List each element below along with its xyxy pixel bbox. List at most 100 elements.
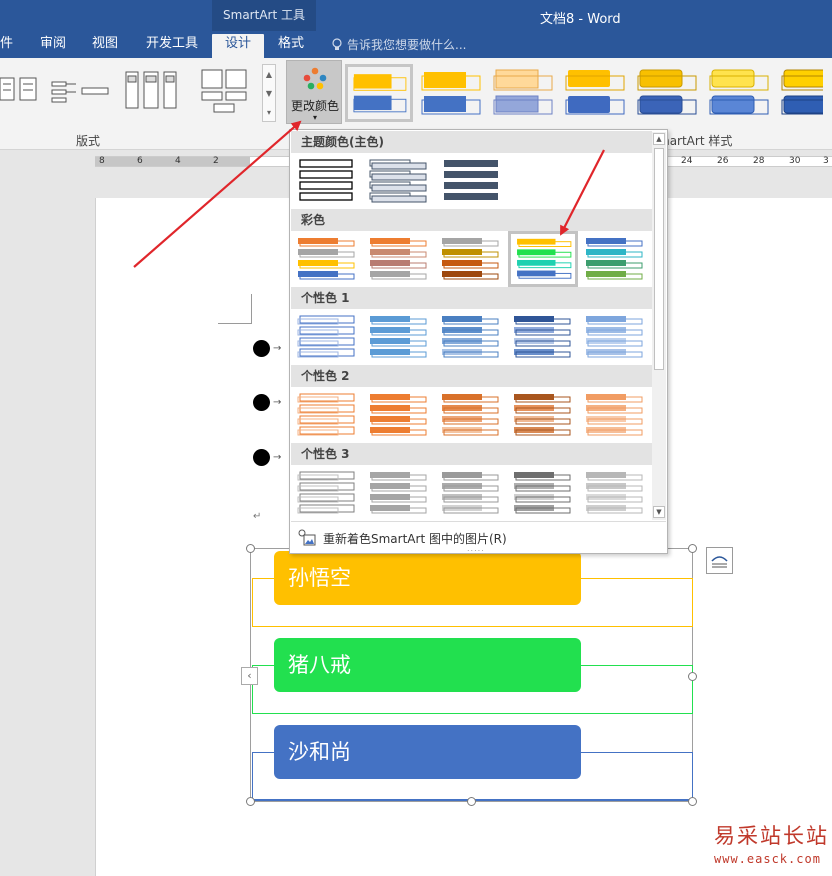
color-swatch-accent3-4[interactable] <box>512 468 574 518</box>
scroll-down-icon[interactable]: ▼ <box>653 506 665 518</box>
tell-me-text: 告诉我您想要做什么... <box>347 38 467 52</box>
change-colors-dropdown: 主题颜色(主色) 彩色 个性色 1 个性色 2 个性色 3 ▲ ▼ 重新着色Sm… <box>289 129 668 554</box>
layout-thumbnail-1[interactable] <box>0 66 42 106</box>
color-swatch-accent1-5[interactable] <box>584 312 646 362</box>
scroll-up-icon[interactable]: ▲ <box>653 133 665 145</box>
resize-handle[interactable] <box>688 544 697 553</box>
color-swatch-accent2-3[interactable] <box>440 390 502 440</box>
smartart-item-1[interactable]: 孙悟空 <box>274 551 581 605</box>
color-swatch-accent2-4[interactable] <box>512 390 574 440</box>
watermark-url: www.easck.com <box>714 852 821 866</box>
recolor-pictures-item[interactable]: 重新着色SmartArt 图中的图片(R) ..... <box>291 521 666 553</box>
color-swatch-accent3-1[interactable] <box>296 468 358 518</box>
styles-group-label: martArt 样式 <box>658 134 733 148</box>
layout-thumbnail-2[interactable] <box>50 66 112 106</box>
section-header-colorful: 彩色 <box>291 209 652 231</box>
ruler-tick: 24 <box>681 156 693 166</box>
tab-developer[interactable]: 开发工具 <box>142 34 202 58</box>
color-swatch-accent1-4[interactable] <box>512 312 574 362</box>
styles-gallery-scroll[interactable] <box>823 64 832 122</box>
scroll-up-icon[interactable]: ▲ <box>263 65 275 84</box>
lightbulb-icon <box>332 37 342 50</box>
text-pane-toggle-icon[interactable]: ‹ <box>241 667 258 685</box>
smartart-item-2[interactable]: 猪八戒 <box>274 638 581 692</box>
chevron-down-icon: ▾ <box>312 113 317 122</box>
watermark: 易采站长站 www.easck.com <box>714 820 832 876</box>
resize-handle[interactable] <box>246 797 255 806</box>
layouts-group-label: 版式 <box>76 134 101 148</box>
bullet-point <box>253 394 270 411</box>
tab-review[interactable]: 审阅 <box>36 34 70 58</box>
section-header-primary-theme: 主题颜色(主色) <box>291 131 652 153</box>
color-swatch-colorful-5[interactable] <box>584 234 646 284</box>
color-swatch-accent3-2[interactable] <box>368 468 430 518</box>
tab-file[interactable]: 件 <box>0 34 17 58</box>
color-swatch-colorful-3[interactable] <box>440 234 502 284</box>
color-swatch-accent2-2[interactable] <box>368 390 430 440</box>
layout-options-icon <box>711 556 728 568</box>
color-swatch-accent1-3[interactable] <box>440 312 502 362</box>
change-colors-button[interactable]: 更改颜色 ▾ <box>286 60 342 124</box>
scrollbar-thumb[interactable] <box>654 148 664 370</box>
ruler-tick: 2 <box>213 156 219 166</box>
style-thumbnail-6[interactable] <box>704 64 772 122</box>
ruler-tick: 28 <box>753 156 765 166</box>
color-swatch-colorful-4[interactable] <box>508 231 578 287</box>
ruler-tick: 8 <box>99 156 105 166</box>
resize-handle[interactable] <box>688 672 697 681</box>
style-thumbnail-1[interactable] <box>345 64 413 122</box>
color-swatch-accent1-1[interactable] <box>296 312 358 362</box>
section-header-accent-3: 个性色 3 <box>291 443 652 465</box>
tab-design[interactable]: 设计 <box>212 34 264 58</box>
color-swatch-accent2-5[interactable] <box>584 390 646 440</box>
color-swatch-accent2-1[interactable] <box>296 390 358 440</box>
resize-grip[interactable]: ..... <box>467 544 485 553</box>
color-swatch-accent1-2[interactable] <box>368 312 430 362</box>
palette-icon <box>303 67 327 90</box>
resize-handle[interactable] <box>688 797 697 806</box>
tab-arrow-icon: → <box>273 452 282 463</box>
ruler-tick: 4 <box>175 156 181 166</box>
color-swatch-accent3-3[interactable] <box>440 468 502 518</box>
layout-options-button[interactable] <box>706 547 733 574</box>
ruler-tick: 6 <box>137 156 143 166</box>
dropdown-scrollbar[interactable]: ▲ ▼ <box>652 132 666 520</box>
style-thumbnail-5[interactable] <box>632 64 700 122</box>
color-swatch-colorful-2[interactable] <box>368 234 430 284</box>
layout-thumbnail-3[interactable] <box>124 66 180 114</box>
tell-me-box[interactable]: 告诉我您想要做什么... <box>331 36 466 53</box>
scroll-down-icon[interactable]: ▼ <box>263 84 275 103</box>
ruler-tick: 26 <box>717 156 729 166</box>
ruler-tick: 30 <box>789 156 801 166</box>
style-thumbnail-2[interactable] <box>416 64 484 122</box>
layout-thumbnail-4[interactable] <box>200 66 252 118</box>
bullet-point <box>253 449 270 466</box>
color-swatch-accent3-5[interactable] <box>584 468 646 518</box>
color-swatch-primary-1[interactable] <box>296 156 358 206</box>
tab-view[interactable]: 视图 <box>88 34 122 58</box>
watermark-name: 易采站长站 <box>714 824 829 848</box>
style-thumbnail-3[interactable] <box>488 64 556 122</box>
change-colors-label: 更改颜色 <box>290 99 339 113</box>
resize-handle[interactable] <box>246 544 255 553</box>
document-title: 文档8 - Word <box>540 12 621 27</box>
ruler-tick: 3 <box>823 156 829 166</box>
style-thumbnail-4[interactable] <box>560 64 628 122</box>
section-header-accent-1: 个性色 1 <box>291 287 652 309</box>
color-swatch-primary-2[interactable] <box>368 156 430 206</box>
smartart-tools-context-label: SmartArt 工具 <box>212 0 316 31</box>
more-icon[interactable]: ▾ <box>263 103 275 122</box>
paragraph-mark-icon: ↵ <box>253 511 262 522</box>
margin-corner-mark <box>218 294 252 324</box>
color-swatch-primary-3[interactable] <box>440 156 502 206</box>
tab-arrow-icon: → <box>273 397 282 408</box>
bullet-point <box>253 340 270 357</box>
smartart-item-3[interactable]: 沙和尚 <box>274 725 581 779</box>
resize-handle[interactable] <box>467 797 476 806</box>
recolor-picture-icon <box>298 529 316 546</box>
word-window: SmartArt 工具 文档8 - Word 件 审阅 视图 开发工具 设计 格… <box>0 0 832 876</box>
layouts-gallery-scroll[interactable]: ▲ ▼ ▾ <box>262 64 276 122</box>
tab-format[interactable]: 格式 <box>274 34 308 58</box>
title-bar: SmartArt 工具 文档8 - Word 件 审阅 视图 开发工具 设计 格… <box>0 0 832 58</box>
color-swatch-colorful-1[interactable] <box>296 234 358 284</box>
